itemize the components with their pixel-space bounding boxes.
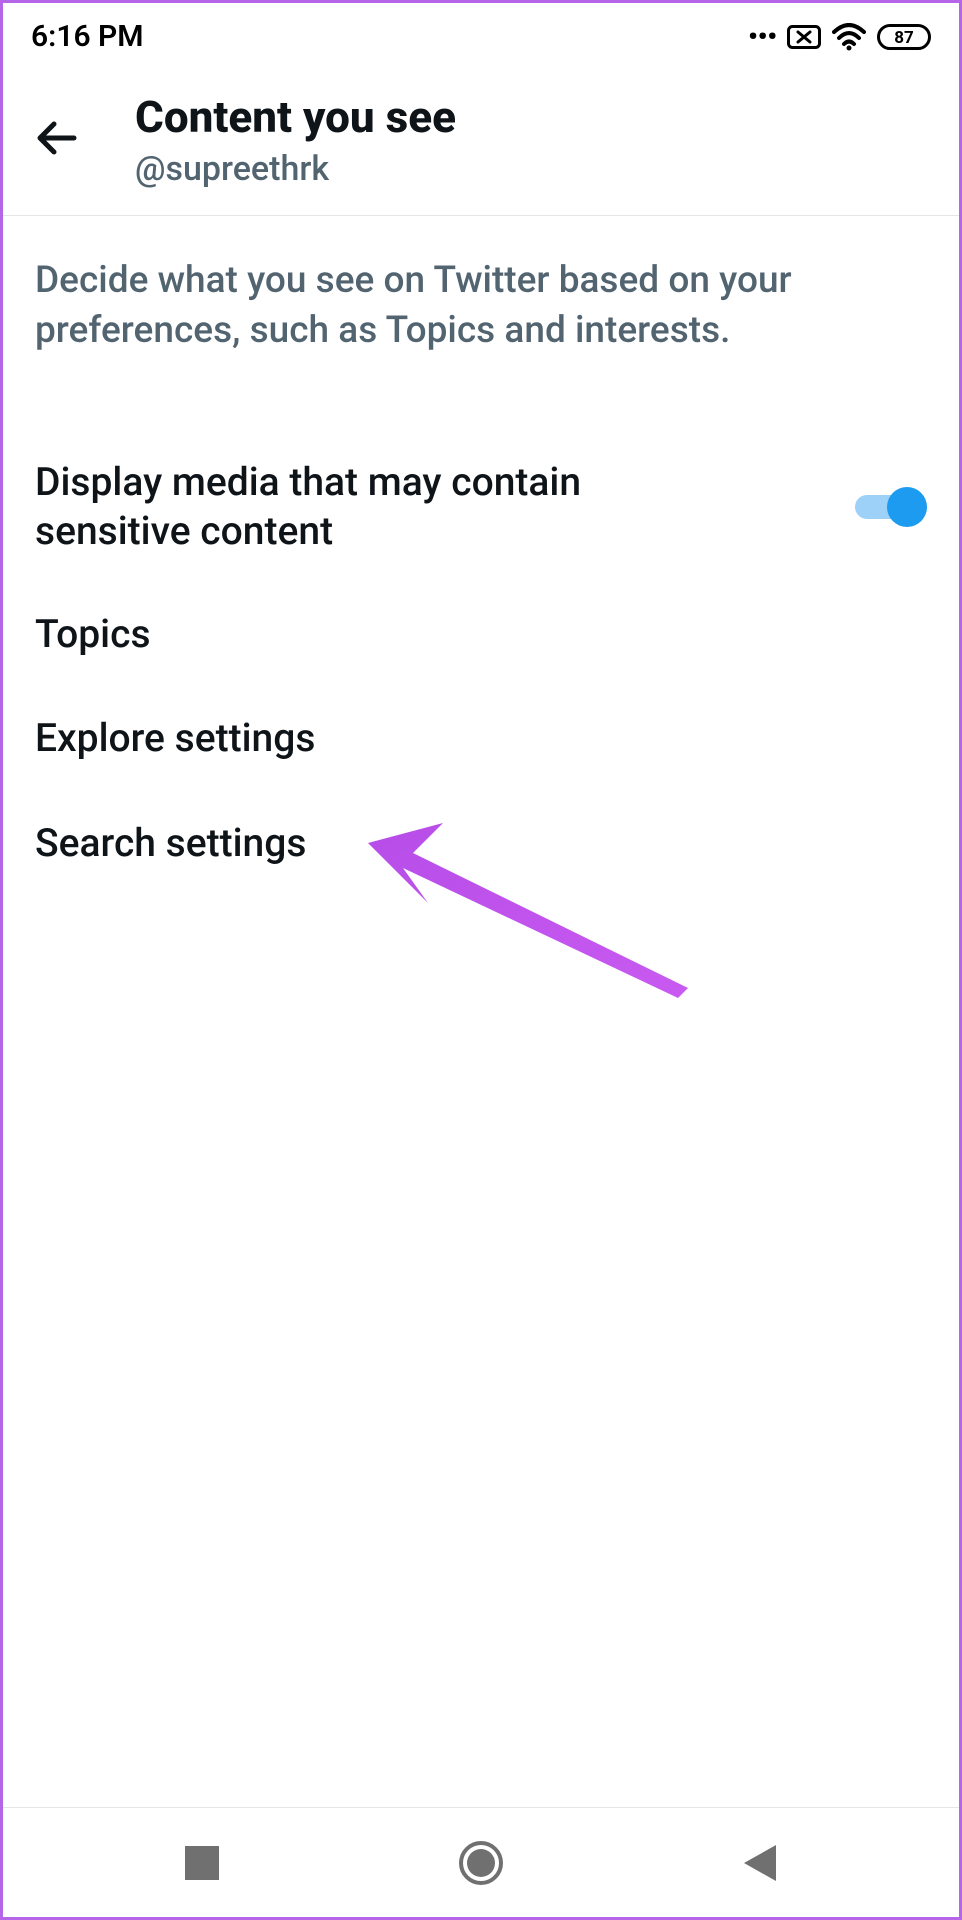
status-bar: 6:16 PM ••• 87 <box>3 3 959 64</box>
triangle-left-icon <box>744 1845 776 1881</box>
toggle-knob <box>887 487 927 527</box>
page-subtitle: @supreethrk <box>135 146 456 194</box>
search-settings-label: Search settings <box>35 819 927 868</box>
sensitive-media-toggle[interactable] <box>855 487 927 527</box>
search-settings-row[interactable]: Search settings <box>35 791 927 896</box>
circle-icon <box>458 1840 504 1886</box>
sensitive-media-row[interactable]: Display media that may contain sensitive… <box>35 432 927 582</box>
volte-box-icon <box>787 25 821 49</box>
arrow-left-icon <box>34 115 80 161</box>
page-description: Decide what you see on Twitter based on … <box>35 256 927 356</box>
recent-apps-button[interactable] <box>142 1833 262 1893</box>
more-dots-icon: ••• <box>748 22 777 52</box>
home-button[interactable] <box>421 1833 541 1893</box>
wifi-icon <box>831 23 867 51</box>
battery-icon: 87 <box>877 24 931 50</box>
header-text: Content you see @supreethrk <box>135 92 456 193</box>
content: Decide what you see on Twitter based on … <box>3 216 959 896</box>
app-header: Content you see @supreethrk <box>3 64 959 216</box>
status-time: 6:16 PM <box>31 19 144 54</box>
square-icon <box>185 1846 219 1880</box>
status-icons: ••• 87 <box>748 22 931 52</box>
back-button[interactable] <box>27 108 87 168</box>
page-title: Content you see <box>135 92 456 143</box>
system-nav-bar <box>3 1807 959 1917</box>
svg-text:87: 87 <box>894 28 914 48</box>
explore-settings-label: Explore settings <box>35 714 927 763</box>
explore-settings-row[interactable]: Explore settings <box>35 686 927 791</box>
system-back-button[interactable] <box>700 1833 820 1893</box>
topics-label: Topics <box>35 610 927 659</box>
topics-row[interactable]: Topics <box>35 582 927 687</box>
sensitive-media-label: Display media that may contain sensitive… <box>35 458 655 556</box>
